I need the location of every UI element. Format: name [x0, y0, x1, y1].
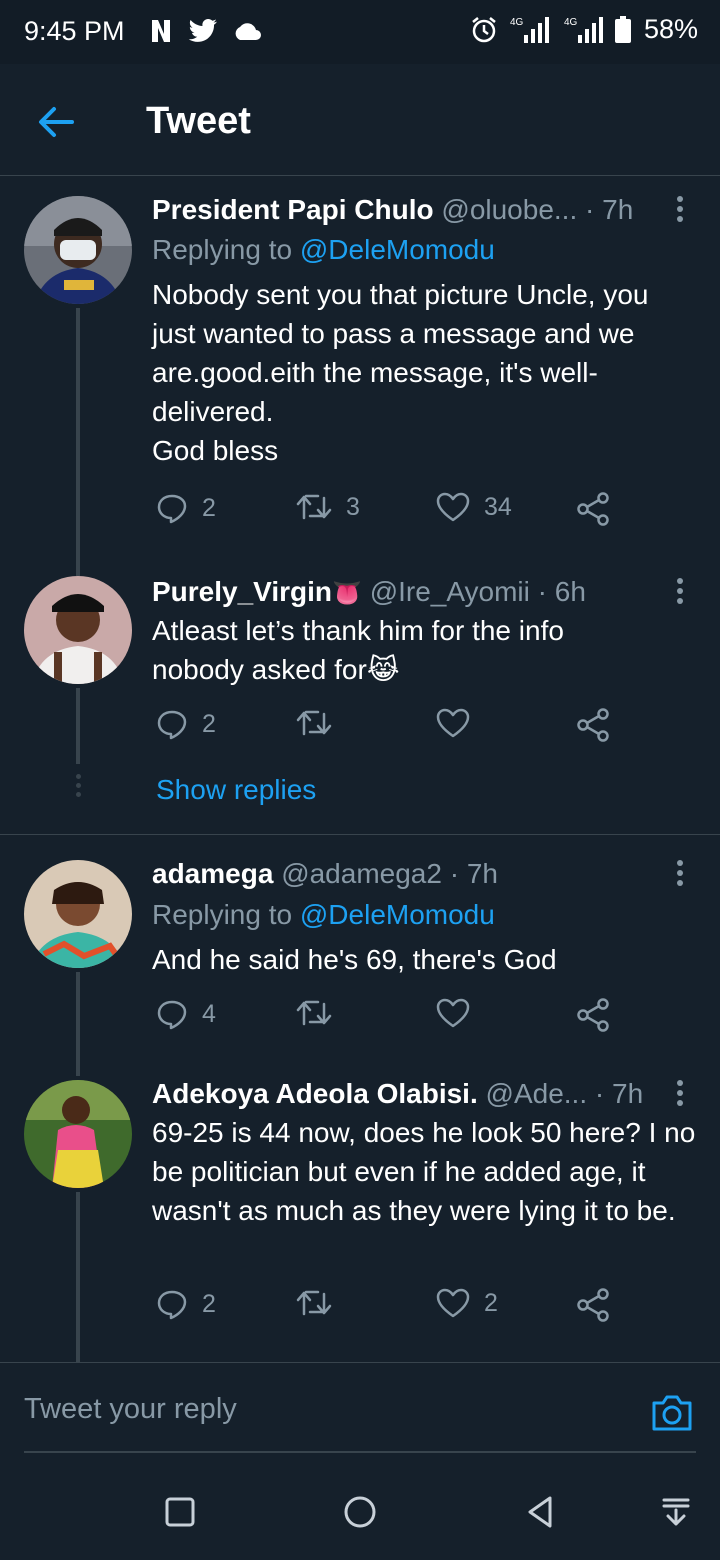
reply-input[interactable]: Tweet your reply [24, 1393, 237, 1426]
page-title: Tweet [146, 100, 251, 142]
share-button[interactable] [576, 1288, 610, 1322]
like-icon [436, 998, 470, 1028]
author-name[interactable]: Adekoya Adeola Olabisi. [152, 1078, 478, 1109]
battery-percent: 58% [643, 14, 698, 44]
share-button[interactable] [576, 492, 610, 526]
thread-line [76, 1192, 80, 1362]
tweet-actions: 2 3 34 [152, 492, 622, 532]
more-vertical-icon[interactable] [670, 1078, 690, 1108]
status-bar: 9:45 PM 4G 4G 58% [0, 0, 720, 64]
show-replies-link[interactable]: Show replies [156, 774, 316, 806]
app-bar: Tweet [0, 64, 720, 176]
home-icon[interactable] [342, 1494, 378, 1530]
share-icon [577, 708, 609, 742]
twitter-bird-icon [188, 19, 217, 42]
like-button[interactable]: 34 [436, 492, 512, 522]
reply-button[interactable]: 4 [156, 998, 216, 1030]
divider [0, 834, 720, 835]
tweet-item[interactable]: Purely_Virgin👅 @Ire_Ayomii · 6h Atleast … [0, 576, 720, 834]
thread-line [76, 308, 80, 576]
system-nav-bar [0, 1460, 720, 1560]
reply-button[interactable]: 2 [156, 708, 216, 740]
reply-icon [157, 1000, 187, 1030]
like-button[interactable]: 2 [436, 1288, 498, 1318]
replying-to: Replying to @DeleMomodu [152, 234, 495, 265]
notification-pull-icon[interactable] [658, 1494, 694, 1530]
svg-text:4G: 4G [564, 17, 578, 28]
name-emoji: 👅 [332, 580, 362, 607]
signal-icon: 4G [564, 16, 603, 43]
avatar[interactable] [24, 576, 132, 684]
camera-icon[interactable] [650, 1391, 694, 1435]
avatar[interactable] [24, 1080, 132, 1188]
retweet-button[interactable] [296, 708, 332, 738]
battery-icon [614, 15, 631, 43]
retweet-button[interactable] [296, 998, 332, 1028]
thread-line [76, 972, 80, 1076]
author-name[interactable]: Purely_Virgin [152, 576, 332, 607]
author-handle: @Ade... [485, 1078, 588, 1109]
share-button[interactable] [576, 998, 610, 1032]
share-icon [577, 1288, 609, 1322]
netflix-n-icon [152, 20, 170, 42]
share-icon [577, 998, 609, 1032]
author-name[interactable]: adamega [152, 858, 273, 889]
tweet-time: · 6h [537, 576, 586, 607]
reply-icon [157, 710, 187, 740]
like-button[interactable] [436, 998, 470, 1028]
retweet-button[interactable] [296, 1288, 332, 1318]
recents-icon[interactable] [162, 1494, 198, 1530]
author-handle: @adamega2 [281, 858, 442, 889]
avatar[interactable] [24, 196, 132, 304]
share-button[interactable] [576, 708, 610, 742]
svg-text:4G: 4G [510, 17, 524, 28]
like-icon [436, 708, 470, 738]
more-vertical-icon[interactable] [670, 858, 690, 888]
tweet-time: · 7h [594, 1078, 644, 1109]
author-handle: @oluobe... [441, 194, 578, 225]
tweet-item[interactable]: President Papi Chulo @oluobe... · 7h Rep… [0, 176, 720, 576]
cloud-icon [235, 23, 261, 40]
more-vertical-icon[interactable] [670, 576, 690, 606]
like-icon [436, 492, 470, 522]
tweet-text: 69-25 is 44 now, does he look 50 here? I… [152, 1117, 696, 1226]
retweet-button[interactable]: 3 [296, 492, 360, 522]
tweet-item[interactable]: Adekoya Adeola Olabisi. @Ade... · 7h 69-… [0, 1076, 720, 1362]
tweet-time: · 7h [449, 858, 498, 889]
alarm-icon [472, 16, 496, 42]
tweet-text: And he said he's 69, there's God [152, 944, 557, 975]
replying-to: Replying to @DeleMomodu [152, 899, 495, 930]
tweet-actions: 2 2 [152, 1288, 622, 1328]
mention-link[interactable]: @DeleMomodu [300, 234, 495, 265]
retweet-icon [296, 1000, 332, 1026]
back-icon[interactable] [522, 1494, 558, 1530]
back-arrow-icon[interactable] [36, 102, 76, 142]
more-vertical-icon[interactable] [670, 194, 690, 224]
reply-button[interactable]: 2 [156, 1288, 216, 1320]
tweet-text: Nobody sent you that picture Uncle, you … [152, 279, 649, 466]
author-name[interactable]: President Papi Chulo [152, 194, 434, 225]
retweet-icon [296, 710, 332, 736]
tweet-item[interactable]: adamega @adamega2 · 7h Replying to @Dele… [0, 836, 720, 1076]
tweet-actions: 2 [152, 708, 622, 748]
status-time: 9:45 PM [24, 16, 125, 46]
mention-link[interactable]: @DeleMomodu [300, 899, 495, 930]
reply-button[interactable]: 2 [156, 492, 216, 524]
tweet-time: · 7h [585, 194, 634, 225]
like-icon [436, 1288, 470, 1318]
reply-composer: Tweet your reply [0, 1362, 720, 1458]
signal-icon: 4G [510, 16, 549, 43]
tweet-text: Atleast let’s thank him for the info nob… [152, 615, 564, 685]
share-icon [577, 492, 609, 526]
like-button[interactable] [436, 708, 470, 738]
retweet-icon [296, 1290, 332, 1316]
avatar[interactable] [24, 860, 132, 968]
thread-line [76, 688, 80, 764]
reply-icon [157, 494, 187, 524]
author-handle: @Ire_Ayomii [369, 576, 530, 607]
retweet-icon [296, 494, 332, 520]
tweet-actions: 4 [152, 998, 622, 1038]
thread-dots [74, 774, 82, 801]
reply-icon [157, 1290, 187, 1320]
